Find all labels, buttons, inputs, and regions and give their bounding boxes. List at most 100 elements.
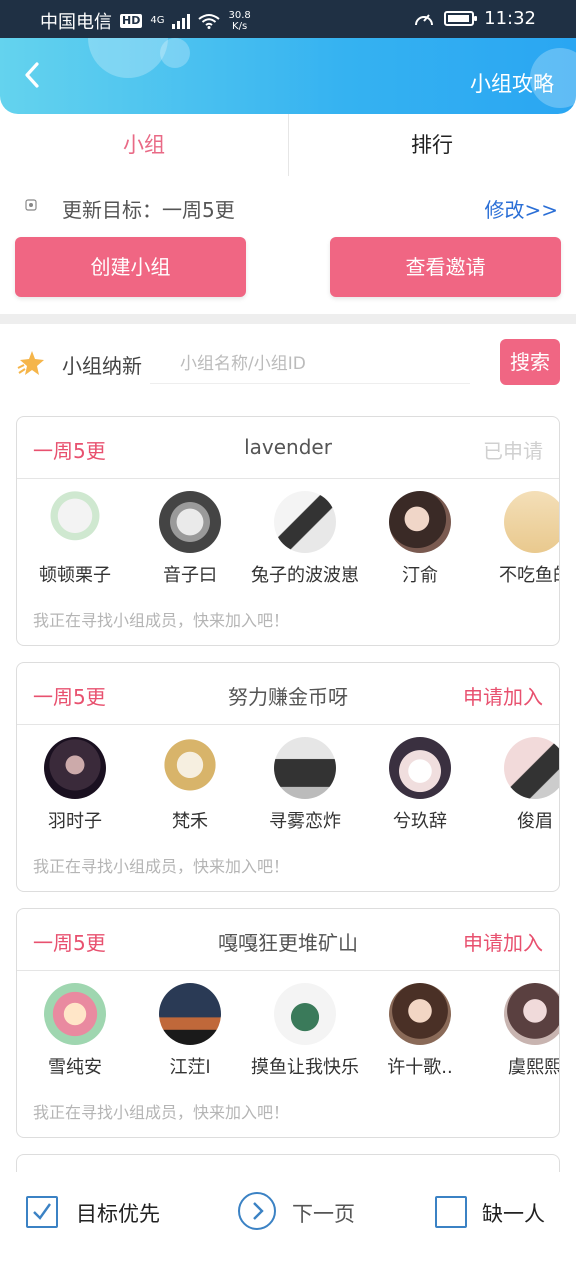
decor-bubble	[160, 38, 190, 68]
member-item[interactable]: 顿顿栗子	[17, 491, 140, 587]
member-name: 寻雾恋炸	[269, 811, 341, 832]
goal-edit-link[interactable]: 修改>>	[484, 194, 558, 223]
group-card[interactable]: 一周5更 lavender 已申请 顿顿栗子 音子曰 兔子的波波崽 汀俞 不吃鱼…	[16, 416, 560, 646]
member-name: 音子曰	[163, 565, 217, 586]
back-arrow-icon[interactable]	[18, 60, 48, 90]
apply-join-button[interactable]: 申请加入	[463, 927, 543, 956]
member-item[interactable]: 音子曰	[125, 491, 255, 587]
group-card[interactable]: 一周5更 嘎嘎狂更堆矿山 申请加入 雪纯安 江茳l 摸鱼让我快乐 许十歌.. 虞…	[16, 908, 560, 1138]
tab-ranking[interactable]: 排行	[288, 114, 576, 176]
avatar	[504, 737, 559, 799]
avatar	[44, 737, 106, 799]
group-note: 我正在寻找小组成员，快来加入吧！	[33, 857, 290, 876]
battery-icon	[444, 11, 478, 26]
status-bar: 中国电信 HD 4G 30.8 K/s 11:32	[0, 0, 576, 38]
wifi-icon	[198, 14, 221, 29]
next-page-button[interactable]: 下一页	[292, 1198, 355, 1228]
speed-value: 30.8	[228, 10, 251, 21]
section-divider	[0, 314, 576, 324]
member-item[interactable]: 寻雾恋炸	[240, 737, 370, 833]
group-note: 我正在寻找小组成员，快来加入吧！	[33, 611, 290, 630]
member-item[interactable]: 梵禾	[125, 737, 255, 833]
member-item[interactable]: 汀俞	[355, 491, 485, 587]
member-item[interactable]: 虞熙熙	[470, 983, 560, 1079]
tab-divider	[288, 114, 289, 176]
avatar	[44, 983, 106, 1045]
avatar	[274, 983, 336, 1045]
member-name: 兔子的波波崽	[251, 565, 359, 586]
member-name: 羽时子	[48, 811, 102, 832]
avatar	[159, 491, 221, 553]
speedometer-icon	[415, 13, 434, 25]
hd-badge: HD	[120, 14, 143, 28]
goal-text: 更新目标：一周5更	[62, 198, 235, 222]
member-list: 顿顿栗子 音子曰 兔子的波波崽 汀俞 不吃鱼的	[17, 491, 559, 591]
group-applied-status: 已申请	[483, 439, 543, 463]
member-item[interactable]: 雪纯安	[17, 983, 140, 1079]
group-card[interactable]: 一周5更 努力赚金币呀 申请加入 羽时子 梵禾 寻雾恋炸 兮玖辞 俊眉 我正在寻…	[16, 662, 560, 892]
priority-checkbox[interactable]	[26, 1196, 58, 1228]
group-search-input[interactable]	[150, 344, 470, 384]
avatar	[389, 491, 451, 553]
network-type: 4G	[150, 15, 165, 26]
member-name: 摸鱼让我快乐	[251, 1057, 359, 1078]
tab-bar: 小组 排行	[0, 114, 576, 176]
create-group-button[interactable]: 创建小组	[15, 237, 246, 297]
group-card-header: 一周5更 努力赚金币呀 申请加入	[17, 663, 559, 725]
avatar	[504, 491, 559, 553]
target-icon	[25, 199, 37, 211]
clock: 11:32	[484, 8, 536, 29]
member-item[interactable]: 许十歌..	[355, 983, 485, 1079]
member-item[interactable]: 兔子的波波崽	[240, 491, 370, 587]
recruit-search-row: 小组纳新 搜索	[0, 330, 576, 396]
group-note: 我正在寻找小组成员，快来加入吧！	[33, 1103, 290, 1122]
chevron-right-icon	[253, 1202, 264, 1220]
missing-one-label[interactable]: 缺一人	[482, 1198, 545, 1228]
tab-group[interactable]: 小组	[0, 114, 288, 176]
group-name: lavender	[244, 435, 332, 459]
apply-join-button[interactable]: 申请加入	[463, 681, 543, 710]
view-invites-button[interactable]: 查看邀请	[330, 237, 561, 297]
group-card-header: 一周5更 嘎嘎狂更堆矿山 申请加入	[17, 909, 559, 971]
member-name: 兮玖辞	[393, 811, 447, 832]
member-item[interactable]: 羽时子	[17, 737, 140, 833]
member-name: 江茳l	[169, 1057, 211, 1078]
member-list: 雪纯安 江茳l 摸鱼让我快乐 许十歌.. 虞熙熙	[17, 983, 560, 1083]
member-item[interactable]: 不吃鱼的	[470, 491, 559, 587]
member-item[interactable]: 江茳l	[125, 983, 255, 1079]
member-name: 俊眉	[517, 811, 553, 832]
goal-row: 更新目标：一周5更 修改>>	[0, 186, 576, 226]
priority-label[interactable]: 目标优先	[76, 1198, 160, 1228]
avatar	[389, 737, 451, 799]
carrier-label: 中国电信	[40, 12, 112, 33]
member-name: 许十歌..	[387, 1057, 453, 1078]
avatar	[274, 737, 336, 799]
missing-one-checkbox[interactable]	[435, 1196, 467, 1228]
signal-icon	[172, 13, 191, 29]
check-icon	[33, 1203, 51, 1220]
bottom-bar: 目标优先 下一页 缺一人	[0, 1172, 576, 1280]
member-name: 梵禾	[172, 811, 208, 832]
avatar	[389, 983, 451, 1045]
recruit-label: 小组纳新	[62, 354, 142, 378]
header-title[interactable]: 小组攻略	[470, 68, 554, 98]
speed-indicator: 30.8 K/s	[228, 10, 250, 32]
avatar	[504, 983, 559, 1045]
member-name: 不吃鱼的	[499, 565, 559, 586]
member-list: 羽时子 梵禾 寻雾恋炸 兮玖辞 俊眉	[17, 737, 559, 837]
app-header: 小组攻略	[0, 38, 576, 114]
member-item[interactable]: 摸鱼让我快乐	[240, 983, 370, 1079]
group-card-header: 一周5更 lavender 已申请	[17, 417, 559, 479]
avatar	[274, 491, 336, 553]
search-button[interactable]: 搜索	[500, 339, 560, 385]
avatar	[44, 491, 106, 553]
recruit-star-icon	[17, 351, 44, 375]
avatar	[159, 983, 221, 1045]
member-name: 雪纯安	[48, 1057, 102, 1078]
member-item[interactable]: 俊眉	[470, 737, 559, 833]
member-name: 虞熙熙	[508, 1057, 560, 1078]
next-page-icon[interactable]	[238, 1192, 276, 1230]
member-name: 汀俞	[402, 565, 438, 586]
speed-unit: K/s	[232, 21, 248, 32]
member-item[interactable]: 兮玖辞	[355, 737, 485, 833]
